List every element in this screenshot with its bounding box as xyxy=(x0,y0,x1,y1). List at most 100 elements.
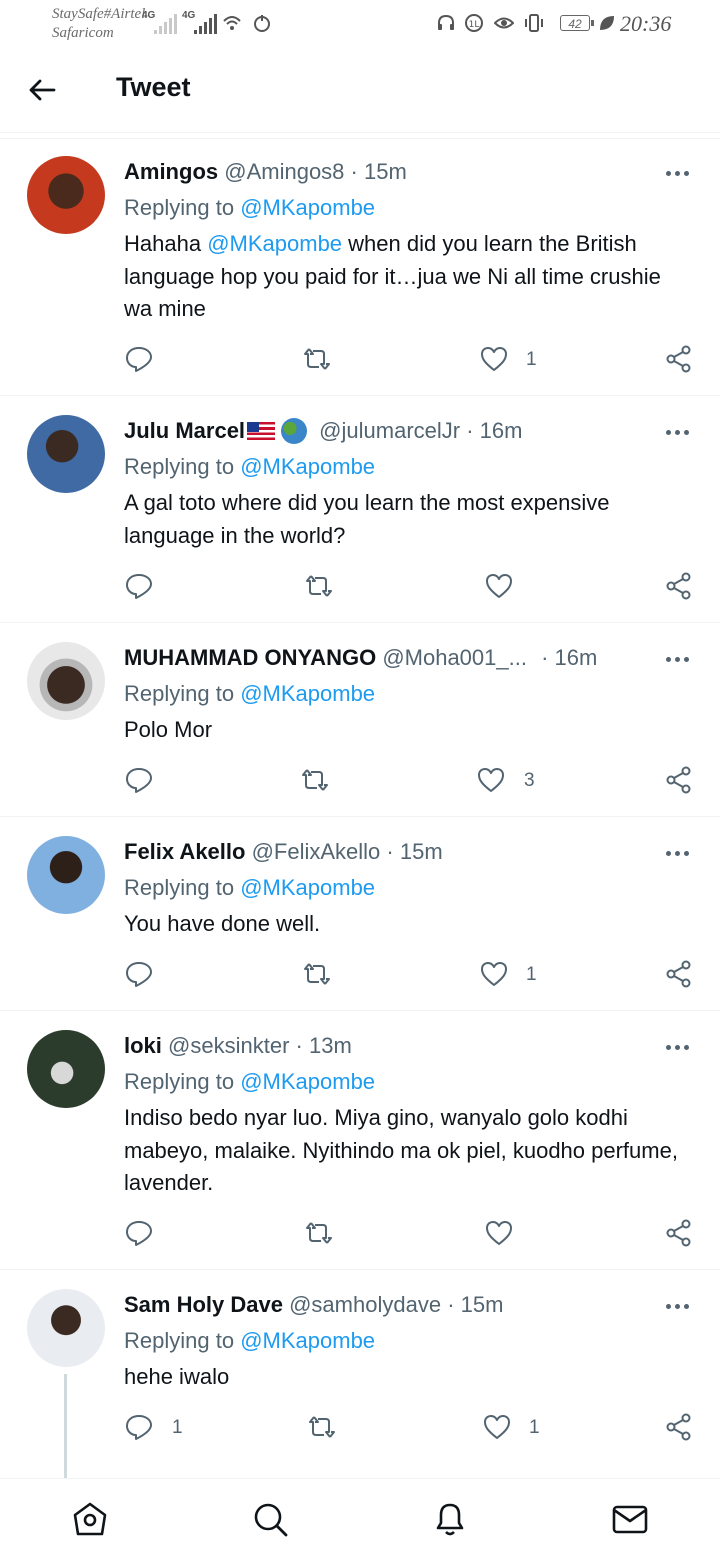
timestamp[interactable]: 13m xyxy=(309,1033,352,1058)
handle[interactable]: @Moha001_... xyxy=(382,645,527,670)
reply-icon[interactable] xyxy=(124,1218,154,1248)
avatar[interactable] xyxy=(27,642,105,720)
reply-count: 1 xyxy=(172,1417,183,1438)
separator: · xyxy=(541,645,549,670)
handle[interactable]: @julumarcelJr xyxy=(319,418,460,443)
tweet-text: Indiso bedo nyar luo. Miya gino, wanyalo… xyxy=(124,1105,678,1195)
separator: · xyxy=(350,159,358,184)
display-name[interactable]: Julu Marcel xyxy=(124,418,245,443)
tweet-item[interactable]: Amingos @Amingos8 · 15m Replying to @MKa… xyxy=(0,139,720,396)
avatar[interactable] xyxy=(27,836,105,914)
tweet-item[interactable]: Sam Holy Dave @samholydave · 15m Replyin… xyxy=(0,1270,720,1478)
share-icon[interactable] xyxy=(664,344,694,374)
display-name[interactable]: Amingos xyxy=(124,159,218,184)
messages-icon[interactable] xyxy=(610,1499,650,1539)
timestamp[interactable]: 15m xyxy=(364,159,407,184)
timestamp[interactable]: 16m xyxy=(480,418,523,443)
more-options-icon[interactable] xyxy=(666,1301,692,1311)
divider xyxy=(0,132,720,139)
display-name[interactable]: Sam Holy Dave xyxy=(124,1292,283,1317)
like-icon[interactable] xyxy=(476,765,506,795)
svg-text:1L: 1L xyxy=(469,20,480,30)
page-title: Tweet xyxy=(116,72,191,102)
mention-link[interactable]: @MKapombe xyxy=(240,681,375,706)
tweet-text: You have done well. xyxy=(124,911,321,936)
reply-icon[interactable] xyxy=(124,571,154,601)
retweet-icon[interactable] xyxy=(302,344,332,374)
retweet-icon[interactable] xyxy=(307,1412,337,1442)
like-icon[interactable] xyxy=(482,1412,512,1442)
display-name[interactable]: Felix Akello xyxy=(124,839,245,864)
replying-to: Replying to @MKapombe xyxy=(124,681,375,707)
home-icon[interactable] xyxy=(70,1499,110,1539)
like-icon[interactable] xyxy=(479,344,509,374)
avatar[interactable] xyxy=(27,415,105,493)
replying-to: Replying to @MKapombe xyxy=(124,454,375,480)
retweet-icon[interactable] xyxy=(304,571,334,601)
handle[interactable]: @Amingos8 xyxy=(224,159,344,184)
timestamp[interactable]: 15m xyxy=(400,839,443,864)
share-icon[interactable] xyxy=(664,765,694,795)
separator: · xyxy=(386,839,394,864)
display-name[interactable]: MUHAMMAD ONYANGO xyxy=(124,645,376,670)
reply-icon[interactable] xyxy=(124,1412,154,1442)
reply-icon[interactable] xyxy=(124,344,154,374)
replying-to: Replying to @MKapombe xyxy=(124,1328,375,1354)
reply-icon[interactable] xyxy=(124,765,154,795)
text-prefix: Hahaha xyxy=(124,231,202,256)
tweet-item[interactable]: MUHAMMAD ONYANGO @Moha001_... · 16m Repl… xyxy=(0,623,720,817)
mention-link[interactable]: @MKapombe xyxy=(207,231,342,256)
reply-icon[interactable] xyxy=(124,959,154,989)
carrier-line-2: Safaricom xyxy=(52,25,114,41)
mention-link[interactable]: @MKapombe xyxy=(240,875,375,900)
like-count: 3 xyxy=(524,770,535,791)
like-icon[interactable] xyxy=(479,959,509,989)
share-icon[interactable] xyxy=(664,959,694,989)
back-arrow-icon[interactable] xyxy=(26,74,58,106)
signal-icon xyxy=(154,14,177,34)
timestamp[interactable]: 15m xyxy=(461,1292,504,1317)
status-bar: StaySafe#Airtel Safaricom 4G 4G 1L 42 20… xyxy=(0,0,720,52)
retweet-icon[interactable] xyxy=(304,1218,334,1248)
retweet-icon[interactable] xyxy=(300,765,330,795)
handle[interactable]: @FelixAkello xyxy=(252,839,381,864)
more-options-icon[interactable] xyxy=(666,1042,692,1052)
like-icon[interactable] xyxy=(484,571,514,601)
tweet-text: A gal toto where did you learn the most … xyxy=(124,490,610,548)
tweet-item[interactable]: loki @seksinkter · 13m Replying to @MKap… xyxy=(0,1011,720,1270)
globe-emoji xyxy=(281,418,308,444)
more-options-icon[interactable] xyxy=(666,848,692,858)
display-name[interactable]: loki xyxy=(124,1033,162,1058)
mention-link[interactable]: @MKapombe xyxy=(240,454,375,479)
share-icon[interactable] xyxy=(664,1218,694,1248)
clock: 20:36 xyxy=(620,11,672,36)
avatar[interactable] xyxy=(27,1289,105,1367)
more-options-icon[interactable] xyxy=(666,654,692,664)
like-icon[interactable] xyxy=(484,1218,514,1248)
more-options-icon[interactable] xyxy=(666,168,692,178)
bottom-navigation xyxy=(0,1478,720,1561)
like-count: 1 xyxy=(526,349,537,370)
search-icon[interactable] xyxy=(250,1499,290,1539)
tweet-item[interactable]: Felix Akello @FelixAkello · 15m Replying… xyxy=(0,817,720,1011)
mention-link[interactable]: @MKapombe xyxy=(240,195,375,220)
tweet-header: Julu Marcel @julumarcelJr · 16m xyxy=(124,418,522,444)
timestamp[interactable]: 16m xyxy=(555,645,598,670)
wifi-icon xyxy=(223,16,241,30)
handle[interactable]: @samholydave xyxy=(289,1292,441,1317)
replying-prefix: Replying to xyxy=(124,875,235,900)
avatar[interactable] xyxy=(27,1030,105,1108)
battery-indicator: 42 xyxy=(560,15,594,31)
mention-link[interactable]: @MKapombe xyxy=(240,1069,375,1094)
share-icon[interactable] xyxy=(664,1412,694,1442)
call-forward-icon: 1L xyxy=(465,14,483,32)
retweet-icon[interactable] xyxy=(302,959,332,989)
mention-link[interactable]: @MKapombe xyxy=(240,1328,375,1353)
share-icon[interactable] xyxy=(664,571,694,601)
avatar[interactable] xyxy=(27,156,105,234)
tweet-header: MUHAMMAD ONYANGO @Moha001_... · 16m xyxy=(124,645,597,671)
notifications-icon[interactable] xyxy=(430,1499,470,1539)
handle[interactable]: @seksinkter xyxy=(168,1033,289,1058)
tweet-item[interactable]: Julu Marcel @julumarcelJr · 16m Replying… xyxy=(0,396,720,623)
more-options-icon[interactable] xyxy=(666,427,692,437)
